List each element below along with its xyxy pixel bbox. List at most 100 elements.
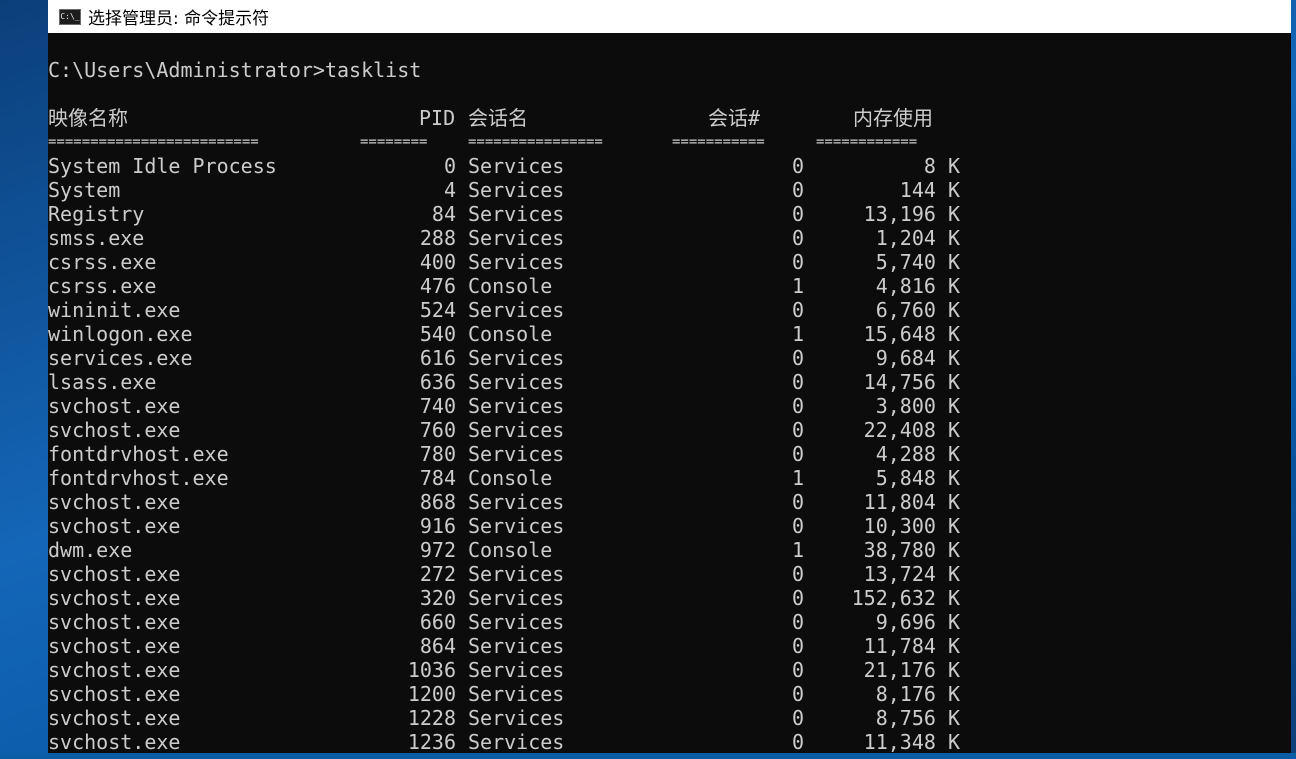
process-name: lsass.exe <box>48 370 157 394</box>
process-session-name: Services <box>468 442 565 466</box>
header-image-name: 映像名称 <box>48 106 128 130</box>
cmd-window[interactable]: C:\_ 选择管理员: 命令提示符 C:\Users\Administrator… <box>48 0 1291 759</box>
process-session-name: Console <box>468 466 553 490</box>
process-pid: 540 <box>419 322 456 346</box>
process-memory: 5,848 K <box>875 466 960 490</box>
process-pid: 1200 <box>407 682 456 706</box>
process-memory: 11,348 K <box>863 730 960 754</box>
process-pid: 0 <box>443 154 456 178</box>
process-session-name: Services <box>468 370 565 394</box>
table-row: csrss.exe 476 Console 1 4,816 K <box>48 274 1291 298</box>
process-memory: 13,724 K <box>863 562 960 586</box>
process-name: smss.exe <box>48 226 145 250</box>
process-pid: 288 <box>419 226 456 250</box>
table-row: lsass.exe 636 Services 0 14,756 K <box>48 370 1291 394</box>
process-session-number: 1 <box>791 538 804 562</box>
process-memory: 152,632 K <box>851 586 960 610</box>
process-pid: 916 <box>419 514 456 538</box>
table-row: svchost.exe 272 Services 0 13,724 K <box>48 562 1291 586</box>
separator-session-name: ================ <box>468 134 603 150</box>
process-name: winlogon.exe <box>48 322 193 346</box>
table-row: svchost.exe 760 Services 0 22,408 K <box>48 418 1291 442</box>
table-row: fontdrvhost.exe 784 Console 1 5,848 K <box>48 466 1291 490</box>
process-memory: 8,176 K <box>875 682 960 706</box>
process-memory: 11,784 K <box>863 634 960 658</box>
process-pid: 1236 <box>407 730 456 754</box>
process-name: Registry <box>48 202 145 226</box>
title-bar[interactable]: C:\_ 选择管理员: 命令提示符 <box>48 0 1291 33</box>
table-header: 映像名称 PID 会话名 会话# 内存使用 <box>48 106 1291 130</box>
process-session-name: Console <box>468 322 553 346</box>
process-memory: 21,176 K <box>863 658 960 682</box>
console-output[interactable]: C:\Users\Administrator>tasklist 映像名称 PID… <box>48 58 1291 754</box>
command-prompt: C:\Users\Administrator>tasklist <box>48 58 422 82</box>
process-pid: 320 <box>419 586 456 610</box>
process-memory: 38,780 K <box>863 538 960 562</box>
process-memory: 4,816 K <box>875 274 960 298</box>
taskbar-edge <box>0 753 1296 759</box>
process-session-name: Services <box>468 250 565 274</box>
process-name: csrss.exe <box>48 250 157 274</box>
prompt-line: C:\Users\Administrator>tasklist <box>48 58 1291 82</box>
header-session-number: 会话# <box>708 106 761 130</box>
process-memory: 8 K <box>923 154 960 178</box>
process-session-number: 0 <box>791 514 804 538</box>
process-pid: 4 <box>443 178 456 202</box>
separator-session-number: =========== <box>672 134 765 150</box>
process-memory: 15,648 K <box>863 322 960 346</box>
process-name: svchost.exe <box>48 562 181 586</box>
process-name: svchost.exe <box>48 682 181 706</box>
header-session-name: 会话名 <box>468 106 528 130</box>
process-session-name: Services <box>468 610 565 634</box>
process-name: wininit.exe <box>48 298 181 322</box>
process-session-name: Services <box>468 226 565 250</box>
process-session-number: 0 <box>791 610 804 634</box>
process-pid: 864 <box>419 634 456 658</box>
table-row: System Idle Process 0 Services 0 8 K <box>48 154 1291 178</box>
table-row: svchost.exe 916 Services 0 10,300 K <box>48 514 1291 538</box>
process-session-number: 0 <box>791 418 804 442</box>
process-name: svchost.exe <box>48 394 181 418</box>
header-memory-usage: 内存使用 <box>853 106 933 130</box>
process-session-number: 0 <box>791 298 804 322</box>
process-pid: 972 <box>419 538 456 562</box>
process-session-number: 0 <box>791 370 804 394</box>
table-separator: ========================= ======== =====… <box>48 130 1291 154</box>
process-name: svchost.exe <box>48 610 181 634</box>
process-pid: 400 <box>419 250 456 274</box>
table-row: svchost.exe 740 Services 0 3,800 K <box>48 394 1291 418</box>
process-pid: 636 <box>419 370 456 394</box>
process-session-name: Services <box>468 706 565 730</box>
process-session-number: 0 <box>791 658 804 682</box>
process-session-name: Services <box>468 418 565 442</box>
process-pid: 740 <box>419 394 456 418</box>
process-list: System Idle Process 0 Services 0 8 K System 4 S… <box>48 154 1291 754</box>
process-session-number: 0 <box>791 202 804 226</box>
process-name: svchost.exe <box>48 634 181 658</box>
process-session-name: Services <box>468 514 565 538</box>
process-session-name: Services <box>468 178 565 202</box>
process-session-name: Services <box>468 298 565 322</box>
process-session-number: 0 <box>791 706 804 730</box>
process-session-name: Services <box>468 634 565 658</box>
table-row: svchost.exe 1036 Services 0 21,176 K <box>48 658 1291 682</box>
process-session-name: Services <box>468 346 565 370</box>
table-row: svchost.exe 320 Services 0 152,632 K <box>48 586 1291 610</box>
process-memory: 11,804 K <box>863 490 960 514</box>
process-session-number: 1 <box>791 466 804 490</box>
process-memory: 6,760 K <box>875 298 960 322</box>
process-session-name: Services <box>468 682 565 706</box>
process-memory: 4,288 K <box>875 442 960 466</box>
process-session-number: 0 <box>791 226 804 250</box>
process-session-number: 0 <box>791 154 804 178</box>
process-session-name: Services <box>468 202 565 226</box>
process-session-number: 1 <box>791 322 804 346</box>
process-name: fontdrvhost.exe <box>48 442 229 466</box>
window-title: 选择管理员: 命令提示符 <box>88 9 270 29</box>
process-session-number: 0 <box>791 562 804 586</box>
process-memory: 22,408 K <box>863 418 960 442</box>
table-row: svchost.exe 1200 Services 0 8,176 K <box>48 682 1291 706</box>
process-name: svchost.exe <box>48 514 181 538</box>
table-row: services.exe 616 Services 0 9,684 K <box>48 346 1291 370</box>
